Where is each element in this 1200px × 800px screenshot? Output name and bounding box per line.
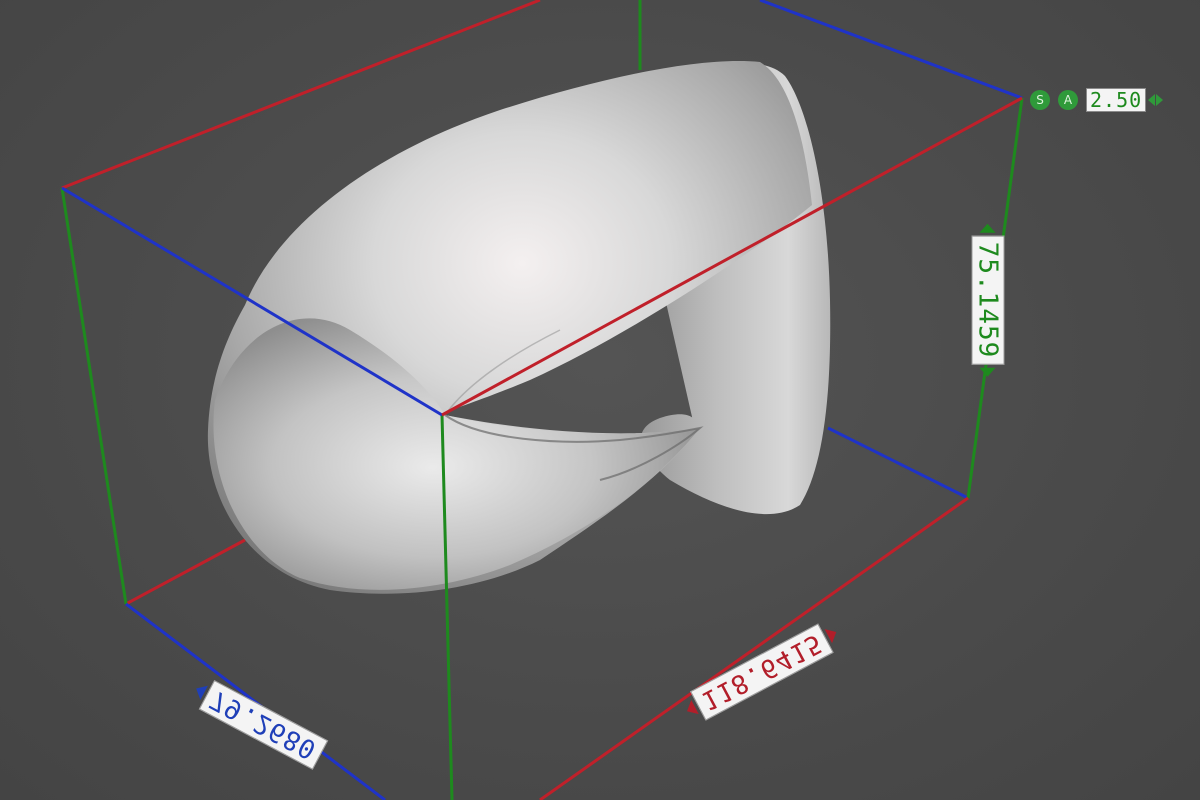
snap-controls: S A 2.50 <box>1030 88 1164 112</box>
box-edge-back-bottom-left <box>125 538 246 606</box>
snap-value-group: 2.50 <box>1086 88 1164 112</box>
dimension-z-decrease-icon[interactable] <box>980 223 996 233</box>
dimension-z-value: 75.1459 <box>971 235 1005 365</box>
box-edge-back-top-right <box>759 0 1023 100</box>
chevron-right-icon[interactable] <box>1156 94 1164 106</box>
surface-model[interactable] <box>207 61 831 594</box>
box-edge-bottom-front <box>539 496 969 800</box>
dimension-z-increase-icon[interactable] <box>980 367 996 377</box>
snap-s-button[interactable]: S <box>1030 90 1050 110</box>
snap-a-button[interactable]: A <box>1058 90 1078 110</box>
box-edge-back-bottom-right <box>827 426 969 500</box>
scene-canvas[interactable] <box>0 0 1200 800</box>
box-edge-front-left-vertical <box>60 187 128 605</box>
3d-viewport[interactable]: 75.1459 118.6415 79.2680 S A 2.50 <box>0 0 1200 800</box>
snap-value-field[interactable]: 2.50 <box>1086 88 1147 112</box>
dimension-z-label[interactable]: 75.1459 <box>971 223 1005 377</box>
snap-step-arrows <box>1148 94 1164 106</box>
chevron-left-icon[interactable] <box>1148 94 1156 106</box>
